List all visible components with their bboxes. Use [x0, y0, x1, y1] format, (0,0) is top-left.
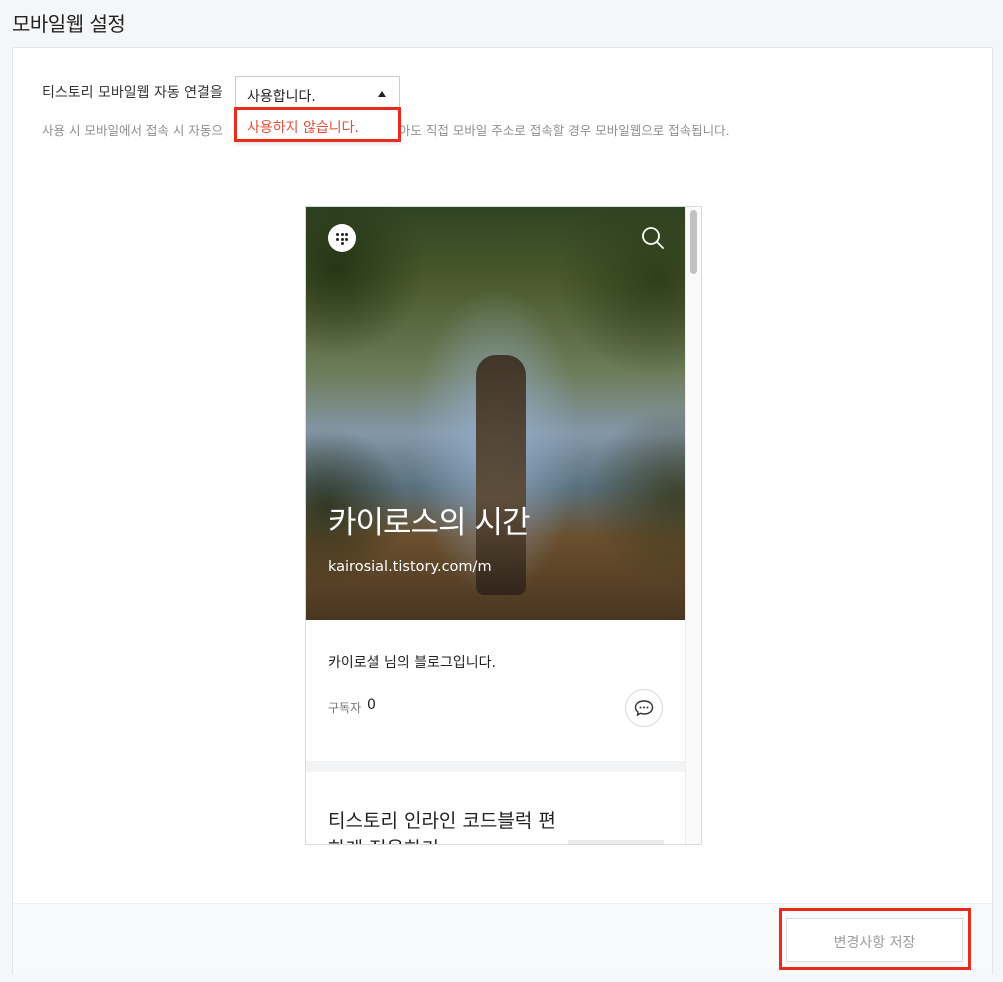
section-divider — [306, 761, 687, 772]
dropdown-option-disable[interactable]: 사용하지 않습니다. — [236, 110, 399, 141]
post-meta-placeholder — [568, 840, 664, 844]
subscribers-label: 구독자 — [328, 701, 362, 715]
mobile-web-setting-label: 티스토리 모바일웹 자동 연결을 — [42, 85, 223, 101]
menu-dots-icon[interactable] — [328, 224, 356, 252]
mobile-preview-area: 카이로스의 시간 kairosial.tistory.com/m 카이로셜 님의… — [13, 161, 992, 903]
subscribers-count: 0 — [367, 697, 376, 713]
blog-profile: 카이로셜 님의 블로그입니다. 구독자 0 — [306, 620, 687, 761]
scrollbar-thumb[interactable] — [690, 210, 697, 274]
caret-up-icon — [378, 91, 386, 97]
comment-button[interactable] — [625, 689, 663, 727]
blog-description: 카이로셜 님의 블로그입니다. — [328, 655, 496, 671]
setting-description-start: 사용 시 모바일에서 접속 시 자동으 — [42, 123, 223, 138]
mobile-preview-frame: 카이로스의 시간 kairosial.tistory.com/m 카이로셜 님의… — [305, 206, 702, 845]
chat-bubble-icon — [634, 700, 654, 717]
blog-url: kairosial.tistory.com/m — [328, 559, 492, 575]
preview-scrollbar[interactable] — [685, 207, 701, 844]
settings-panel: 티스토리 모바일웹 자동 연결을 사용합니다. 사용하지 않습니다. 사용 시 … — [12, 47, 993, 975]
dropdown-option-label: 사용하지 않습니다. — [247, 120, 359, 136]
setting-description-end: 용하지 않아도 직접 모바일 주소로 접속할 경우 모바일웹으로 접속됩니다. — [348, 123, 730, 138]
footer-bar: 변경사항 저장 — [13, 903, 992, 975]
mobile-web-select[interactable]: 사용합니다. — [235, 76, 400, 110]
mobile-web-dropdown: 사용하지 않습니다. — [235, 109, 400, 142]
post-title[interactable]: 티스토리 인라인 코드블럭 편하게 적용하기 — [328, 807, 568, 844]
mobile-web-setting-row: 티스토리 모바일웹 자동 연결을 사용합니다. 사용하지 않습니다. 사용 시 … — [13, 48, 992, 162]
page-title: 모바일웹 설정 — [12, 12, 126, 36]
save-changes-button[interactable]: 변경사항 저장 — [786, 918, 963, 962]
select-value: 사용합니다. — [247, 89, 316, 105]
save-button-label: 변경사항 저장 — [833, 935, 916, 951]
search-icon[interactable] — [640, 225, 666, 251]
blog-hero-image: 카이로스의 시간 kairosial.tistory.com/m — [306, 207, 687, 620]
blog-title: 카이로스의 시간 — [328, 505, 530, 541]
